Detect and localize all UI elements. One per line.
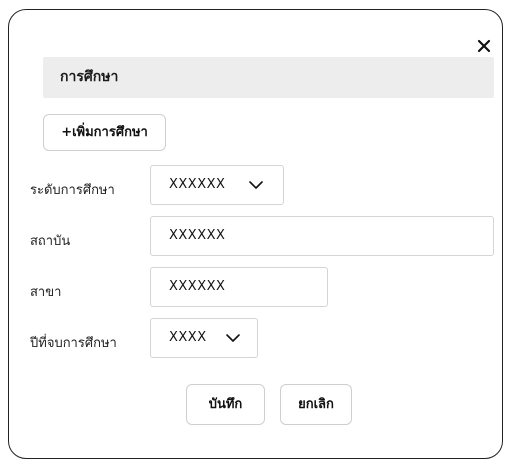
institution-input[interactable]: XXXXXX — [150, 216, 494, 256]
section-header: การศึกษา — [43, 57, 494, 98]
close-icon — [475, 37, 493, 55]
education-level-select[interactable]: XXXXXX — [150, 165, 284, 205]
major-value: XXXXXX — [169, 279, 226, 294]
close-button[interactable] — [475, 37, 493, 55]
graduation-year-select[interactable]: XXXX — [150, 318, 258, 358]
major-input[interactable]: XXXXXX — [150, 267, 328, 307]
add-education-button[interactable]: +เพิ่มการศึกษา — [43, 114, 166, 151]
save-button[interactable]: บันทึก — [186, 384, 265, 425]
chevron-down-icon — [248, 179, 264, 191]
graduation-year-label: ปีที่จบการศึกษา — [30, 336, 117, 351]
education-level-label: ระดับการศึกษา — [30, 183, 115, 198]
cancel-button[interactable]: ยกเลิก — [280, 384, 352, 425]
institution-label: สถาบัน — [30, 234, 71, 249]
education-dialog: การศึกษา +เพิ่มการศึกษา ระดับการศึกษา XX… — [8, 9, 503, 459]
education-level-value: XXXXXX — [169, 177, 226, 192]
graduation-year-value: XXXX — [169, 330, 207, 345]
section-title: การศึกษา — [60, 69, 119, 85]
major-label: สาขา — [30, 285, 62, 300]
chevron-down-icon — [225, 332, 241, 344]
institution-value: XXXXXX — [169, 228, 226, 243]
